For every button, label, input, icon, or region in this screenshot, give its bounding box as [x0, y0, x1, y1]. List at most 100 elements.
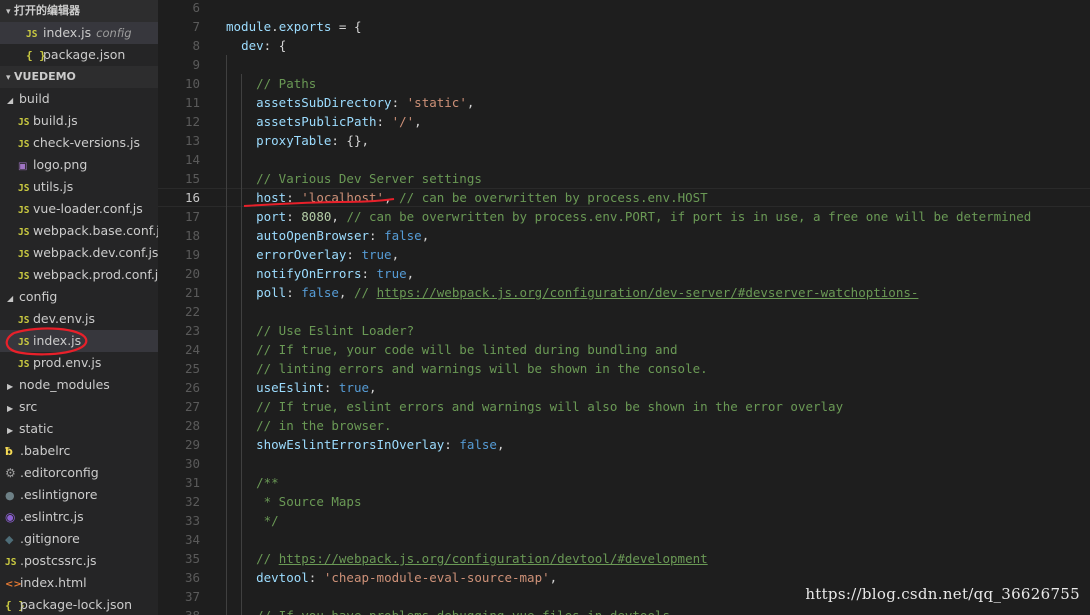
line-number: 6 [192, 0, 200, 15]
code-line[interactable]: 8 dev: { [158, 36, 1090, 55]
code-line[interactable]: 23 // Use Eslint Loader? [158, 321, 1090, 340]
code-line[interactable]: 12 assetsPublicPath: '/', [158, 112, 1090, 131]
tree-item-label: vue-loader.conf.js [33, 201, 143, 216]
line-number: 30 [184, 456, 200, 471]
code-line[interactable]: 20 notifyOnErrors: true, [158, 264, 1090, 283]
json-file-icon: { } [5, 599, 25, 612]
open-editor-item[interactable]: JS index.js config [0, 22, 158, 44]
code-line[interactable]: 28 // in the browser. [158, 416, 1090, 435]
code-line[interactable]: 18 autoOpenBrowser: false, [158, 226, 1090, 245]
line-code: notifyOnErrors: true, [256, 266, 415, 281]
chevron-right-icon: ▶ [7, 404, 14, 413]
file-item[interactable]: ⚙ .editorconfig [0, 462, 158, 484]
line-code: poll: false, // https://webpack.js.org/c… [256, 285, 919, 300]
line-number: 20 [184, 266, 200, 281]
code-line[interactable]: 26 useEslint: true, [158, 378, 1090, 397]
project-header[interactable]: ▾ VUEDEMO [0, 66, 158, 88]
tree-item-label: package-lock.json [20, 597, 133, 612]
line-number: 13 [184, 133, 200, 148]
code-line[interactable]: 6 [158, 0, 1090, 17]
open-editor-item[interactable]: { }package.json [0, 44, 158, 66]
line-number: 22 [184, 304, 200, 319]
image-file-icon: ▣ [18, 161, 28, 172]
code-line[interactable]: 7 module.exports = { [158, 17, 1090, 36]
code-line[interactable]: 25 // linting errors and warnings will b… [158, 359, 1090, 378]
file-item[interactable]: ◆ .gitignore [0, 528, 158, 550]
line-number: 36 [184, 570, 200, 585]
open-editors-header[interactable]: ▾ 打开的编辑器 [0, 0, 158, 22]
file-item[interactable]: ● .eslintignore [0, 484, 158, 506]
code-line[interactable]: 17 port: 8080, // can be overwritten by … [158, 207, 1090, 226]
open-editor-label: package.json [43, 47, 126, 62]
file-item[interactable]: JS build.js [0, 110, 158, 132]
code-line[interactable]: 32 * Source Maps [158, 492, 1090, 511]
file-item[interactable]: JS index.js [0, 330, 158, 352]
code-line[interactable]: 16 host: 'localhost', // can be overwrit… [158, 188, 1090, 207]
line-number: 21 [184, 285, 200, 300]
line-number: 10 [184, 76, 200, 91]
file-item[interactable]: JS .postcssrc.js [0, 550, 158, 572]
folder-item[interactable]: ▶ node_modules [0, 374, 158, 396]
file-item[interactable]: ◉ .eslintrc.js [0, 506, 158, 528]
code-line[interactable]: 38 // If you have problems debugging vue… [158, 606, 1090, 615]
code-line[interactable]: 30 [158, 454, 1090, 473]
file-item[interactable]: { }package-lock.json [0, 594, 158, 615]
code-line[interactable]: 34 [158, 530, 1090, 549]
file-item[interactable]: ƀ .babelrc [0, 440, 158, 462]
open-editor-label: index.js [43, 25, 92, 40]
git-file-icon: ◆ [5, 533, 14, 546]
code-line[interactable]: 15 // Various Dev Server settings [158, 169, 1090, 188]
code-line[interactable]: 14 [158, 150, 1090, 169]
file-item[interactable]: <>index.html [0, 572, 158, 594]
line-number: 29 [184, 437, 200, 452]
file-item[interactable]: JS dev.env.js [0, 308, 158, 330]
line-number: 24 [184, 342, 200, 357]
file-item[interactable]: JS webpack.dev.conf.js [0, 242, 158, 264]
file-item[interactable]: ▣ logo.png [0, 154, 158, 176]
folder-item[interactable]: ▶ static [0, 418, 158, 440]
tree-item-label: prod.env.js [33, 355, 102, 370]
folder-item[interactable]: ▶ src [0, 396, 158, 418]
gear-icon: ⚙ [5, 466, 16, 480]
line-code: host: 'localhost', // can be overwritten… [256, 190, 708, 205]
file-item[interactable]: JS utils.js [0, 176, 158, 198]
folder-item[interactable]: ◢ build [0, 88, 158, 110]
line-code: */ [256, 513, 279, 528]
code-line[interactable]: 22 [158, 302, 1090, 321]
file-item[interactable]: JS vue-loader.conf.js [0, 198, 158, 220]
code-line[interactable]: 9 [158, 55, 1090, 74]
code-line[interactable]: 11 assetsSubDirectory: 'static', [158, 93, 1090, 112]
folder-item[interactable]: ◢ config [0, 286, 158, 308]
html-file-icon: <> [5, 579, 22, 590]
code-line[interactable]: 10 // Paths [158, 74, 1090, 93]
javascript-file-icon: JS [18, 205, 30, 216]
line-number: 14 [184, 152, 200, 167]
code-editor[interactable]: 6 7 module.exports = {8 dev: {9 10 // Path… [158, 0, 1090, 615]
code-line[interactable]: 21 poll: false, // https://webpack.js.or… [158, 283, 1090, 302]
code-line[interactable]: 33 */ [158, 511, 1090, 530]
line-number: 19 [184, 247, 200, 262]
javascript-file-icon: JS [18, 117, 30, 128]
tree-item-label: src [19, 399, 38, 414]
file-item[interactable]: JS webpack.prod.conf.js [0, 264, 158, 286]
code-line[interactable]: 29 showEslintErrorsInOverlay: false, [158, 435, 1090, 454]
line-code: // https://webpack.js.org/configuration/… [256, 551, 708, 566]
chevron-down-icon: ◢ [7, 96, 14, 105]
file-item[interactable]: JS prod.env.js [0, 352, 158, 374]
line-code: proxyTable: {}, [256, 133, 370, 148]
file-item[interactable]: JS webpack.base.conf.js [0, 220, 158, 242]
line-number: 15 [184, 171, 200, 186]
line-number: 32 [184, 494, 200, 509]
line-number: 23 [184, 323, 200, 338]
line-number: 38 [158, 606, 200, 615]
code-line[interactable]: 19 errorOverlay: true, [158, 245, 1090, 264]
line-code: /** [256, 475, 279, 490]
code-line[interactable]: 13 proxyTable: {}, [158, 131, 1090, 150]
file-item[interactable]: JS check-versions.js [0, 132, 158, 154]
ignore-file-icon: ● [5, 489, 15, 502]
code-line[interactable]: 35 // https://webpack.js.org/configurati… [158, 549, 1090, 568]
javascript-file-icon: JS [18, 337, 30, 348]
code-line[interactable]: 24 // If true, your code will be linted … [158, 340, 1090, 359]
code-line[interactable]: 31 /** [158, 473, 1090, 492]
code-line[interactable]: 27 // If true, eslint errors and warning… [158, 397, 1090, 416]
